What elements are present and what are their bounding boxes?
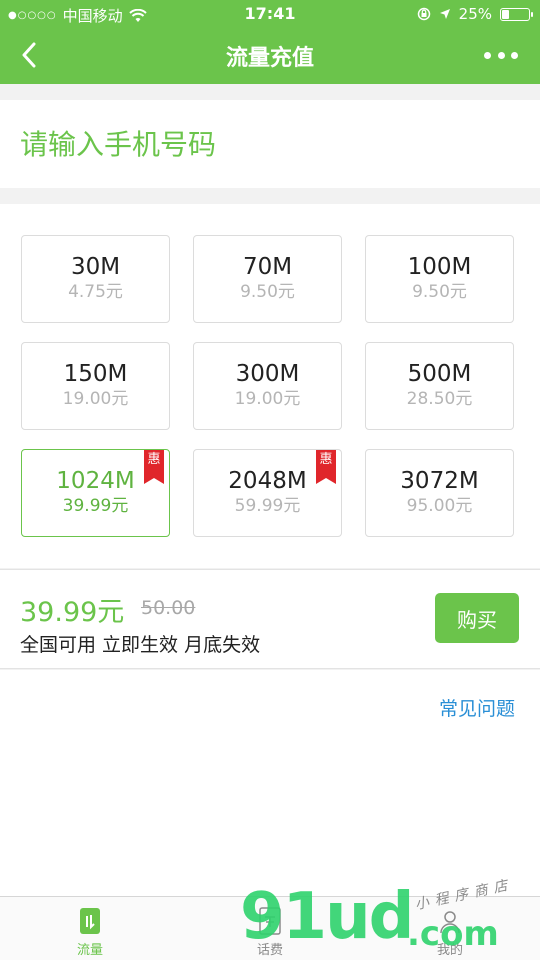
package-option[interactable]: 70M 9.50元 [193, 235, 342, 323]
package-price: 39.99元 [62, 496, 129, 516]
more-dots-icon [484, 51, 491, 59]
faq-link[interactable]: 常见问题 [439, 694, 515, 721]
phone-input-row [0, 100, 540, 188]
tab-bar: 流量 话费 我的 [0, 896, 540, 960]
discount-badge: 惠 [316, 450, 336, 484]
tab-label: 我的 [436, 943, 463, 958]
selected-price: 39.99元 [20, 597, 125, 628]
battery-percent: 25% [458, 5, 492, 23]
faq-section: 常见问题 [0, 670, 540, 896]
battery-icon [500, 7, 533, 21]
package-option[interactable]: 100M 9.50元 [365, 235, 514, 323]
data-plan-icon [80, 908, 100, 934]
package-option[interactable]: 500M 28.50元 [365, 342, 514, 430]
orientation-lock-icon [417, 7, 430, 21]
package-option[interactable]: 1024M 39.99元惠 [21, 449, 170, 537]
status-bar: ●○○○○ 中国移动 17:41 25% [0, 0, 540, 28]
package-option[interactable]: 2048M 59.99元惠 [193, 449, 342, 537]
package-grid: 30M 4.75元 70M 9.50元 100M 9.50元 150M 19.00元 300M 1… [0, 204, 540, 568]
package-size: 500M [407, 361, 472, 387]
package-size: 100M [407, 254, 472, 280]
package-price: 19.00元 [234, 389, 301, 409]
package-price: 28.50元 [406, 389, 473, 409]
package-size: 70M [242, 254, 293, 280]
tab-phone-bill[interactable]: 话费 [180, 897, 360, 960]
package-size: 3072M [400, 468, 479, 494]
tab-label: 话费 [256, 943, 283, 958]
package-option[interactable]: 3072M 95.00元 [365, 449, 514, 537]
package-size: 150M [63, 361, 128, 387]
phone-bill-icon [259, 907, 281, 935]
tab-profile[interactable]: 我的 [360, 897, 540, 960]
discount-badge-label: 惠 [147, 452, 161, 467]
more-dot [497, 51, 505, 59]
more-button[interactable] [484, 43, 518, 67]
nav-bar: 流量充值 [0, 28, 540, 84]
page-title: 流量充值 [225, 46, 314, 71]
package-price: 95.00元 [406, 496, 473, 516]
package-price: 9.50元 [412, 282, 467, 302]
status-right: 25% [417, 5, 533, 23]
purchase-panel: 39.99元 50.00 全国可用 立即生效 月底失效 购买 [0, 569, 540, 669]
discount-badge-label: 惠 [319, 452, 333, 467]
package-description: 全国可用 立即生效 月底失效 [20, 634, 261, 656]
package-price: 59.99元 [234, 496, 301, 516]
package-size: 30M [70, 254, 121, 280]
package-price: 19.00元 [62, 389, 129, 409]
package-size: 300M [235, 361, 300, 387]
package-price: 9.50元 [240, 282, 295, 302]
more-dot [511, 51, 518, 59]
tab-label: 流量 [76, 943, 103, 958]
package-option[interactable]: 150M 19.00元 [21, 342, 170, 430]
original-price: 50.00 [141, 597, 196, 619]
profile-icon [440, 911, 460, 934]
package-option[interactable]: 300M 19.00元 [193, 342, 342, 430]
package-option[interactable]: 30M 4.75元 [21, 235, 170, 323]
location-icon [439, 9, 450, 19]
phone-number-input[interactable] [20, 122, 520, 166]
package-price: 4.75元 [68, 282, 123, 302]
discount-badge: 惠 [144, 450, 164, 484]
tab-data[interactable]: 流量 [0, 897, 180, 960]
buy-button[interactable]: 购买 [435, 593, 519, 643]
